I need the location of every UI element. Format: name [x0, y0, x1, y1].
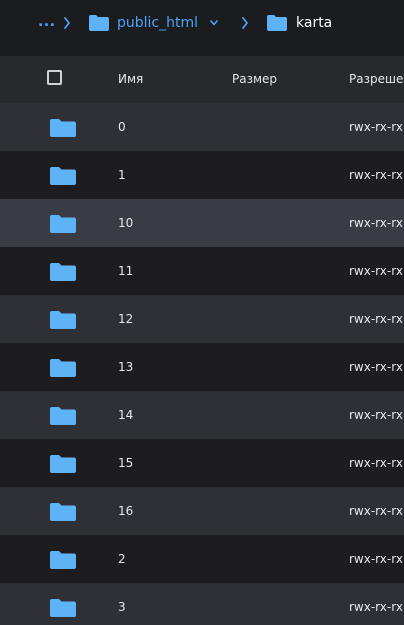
- folder-icon: [50, 359, 76, 377]
- breadcrumb-ellipsis[interactable]: ...: [38, 14, 55, 30]
- folder-icon: [50, 407, 76, 425]
- column-header-size[interactable]: Размер: [232, 71, 277, 87]
- table-header: Имя Размер Разрешения: [0, 56, 404, 103]
- breadcrumb-item-karta: karta: [296, 15, 333, 31]
- chevron-down-icon[interactable]: [209, 19, 219, 27]
- column-header-name[interactable]: Имя: [118, 71, 143, 87]
- folder-icon: [267, 15, 287, 31]
- row-permissions: rwx-rx-rx: [349, 504, 403, 518]
- column-header-permissions[interactable]: Разрешения: [349, 71, 404, 87]
- row-permissions: rwx-rx-rx: [349, 456, 403, 470]
- table-row[interactable]: 2 rwx-rx-rx: [0, 535, 404, 583]
- row-name[interactable]: 11: [118, 263, 133, 279]
- folder-icon: [50, 455, 76, 473]
- row-permissions: rwx-rx-rx: [349, 600, 403, 614]
- folder-icon: [50, 119, 76, 137]
- row-name[interactable]: 2: [118, 551, 126, 567]
- row-permissions: rwx-rx-rx: [349, 168, 403, 182]
- row-permissions: rwx-rx-rx: [349, 312, 403, 326]
- row-name[interactable]: 1: [118, 167, 126, 183]
- table-row[interactable]: 13 rwx-rx-rx: [0, 343, 404, 391]
- row-permissions: rwx-rx-rx: [349, 552, 403, 566]
- folder-icon: [50, 551, 76, 569]
- chevron-right-icon: [64, 17, 70, 29]
- row-permissions: rwx-rx-rx: [349, 408, 403, 422]
- row-name[interactable]: 12: [118, 311, 133, 327]
- table-row[interactable]: 11 rwx-rx-rx: [0, 247, 404, 295]
- folder-icon: [50, 599, 76, 617]
- chevron-right-icon: [242, 17, 248, 29]
- row-permissions: rwx-rx-rx: [349, 360, 403, 374]
- table-row[interactable]: 1 rwx-rx-rx: [0, 151, 404, 199]
- folder-icon: [50, 215, 76, 233]
- file-table: Имя Размер Разрешения 0 rwx-rx-rx 1 rwx-rx-…: [0, 56, 404, 625]
- table-row[interactable]: 10 rwx-rx-rx: [0, 199, 404, 247]
- file-manager: ... public_html karta Имя Размер Разреше…: [0, 0, 404, 625]
- breadcrumb: ... public_html karta: [0, 0, 404, 50]
- row-permissions: rwx-rx-rx: [349, 264, 403, 278]
- table-row[interactable]: 12 rwx-rx-rx: [0, 295, 404, 343]
- row-name[interactable]: 15: [118, 455, 133, 471]
- row-name[interactable]: 16: [118, 503, 133, 519]
- row-name[interactable]: 14: [118, 407, 133, 423]
- row-name[interactable]: 13: [118, 359, 133, 375]
- select-all-checkbox[interactable]: [47, 70, 62, 85]
- folder-icon: [89, 15, 109, 31]
- row-name[interactable]: 10: [118, 215, 133, 231]
- folder-icon: [50, 167, 76, 185]
- folder-icon: [50, 503, 76, 521]
- table-row[interactable]: 14 rwx-rx-rx: [0, 391, 404, 439]
- table-body: 0 rwx-rx-rx 1 rwx-rx-rx 10 rwx-rx-rx 11 rwx-rx-…: [0, 103, 404, 625]
- row-name[interactable]: 0: [118, 119, 126, 135]
- folder-icon: [50, 311, 76, 329]
- row-permissions: rwx-rx-rx: [349, 120, 403, 134]
- table-row[interactable]: 15 rwx-rx-rx: [0, 439, 404, 487]
- breadcrumb-item-public-html[interactable]: public_html: [117, 14, 198, 32]
- row-name[interactable]: 3: [118, 599, 126, 615]
- table-row[interactable]: 16 rwx-rx-rx: [0, 487, 404, 535]
- table-row[interactable]: 0 rwx-rx-rx: [0, 103, 404, 151]
- row-permissions: rwx-rx-rx: [349, 216, 403, 230]
- folder-icon: [50, 263, 76, 281]
- table-row[interactable]: 3 rwx-rx-rx: [0, 583, 404, 625]
